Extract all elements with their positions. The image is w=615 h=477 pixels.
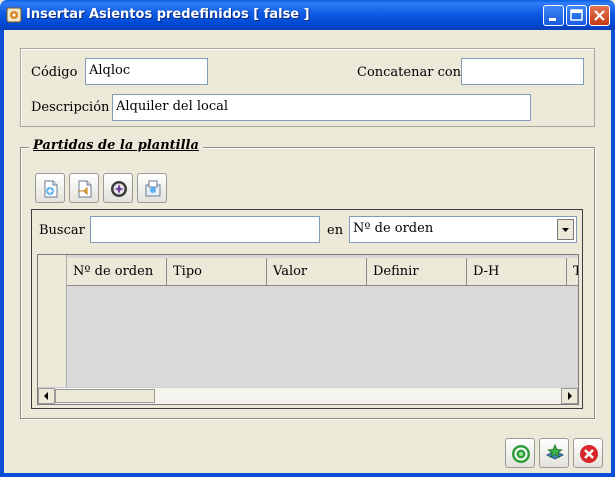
accept-icon [512,445,530,463]
codigo-label: Código [31,65,78,80]
cancel-icon [580,445,598,463]
concatenar-field[interactable] [461,58,584,85]
delete-partida-button[interactable] [103,173,133,203]
en-label: en [327,223,344,238]
buscar-label: Buscar [39,223,85,238]
maximize-button[interactable] [566,5,587,26]
arrow-right-icon [568,392,572,400]
window-title: Insertar Asientos predefinidos [ false ] [26,7,310,22]
title-bar[interactable]: Insertar Asientos predefinidos [ false ] [0,0,615,30]
horizontal-scrollbar[interactable] [38,387,578,404]
main-window: Insertar Asientos predefinidos [ false ]… [0,0,615,477]
scroll-left-button[interactable] [38,388,55,404]
accept-button[interactable] [505,438,535,468]
edit-document-icon [78,180,92,198]
minimize-icon [549,18,556,21]
add-document-icon [44,180,58,198]
column-header-valor[interactable]: Valor [267,258,367,286]
column-header-tipo[interactable]: Tipo [167,258,267,286]
cancel-button[interactable] [573,438,603,468]
edit-partida-button[interactable] [69,173,99,203]
app-icon [6,7,22,23]
chevron-down-icon [562,228,569,232]
insert-button[interactable] [539,438,569,468]
export-icon [145,180,161,197]
column-header-orden[interactable]: Nº de orden [67,258,167,286]
partidas-group: Partidas de la plantilla Buscar en Nº de… [20,138,595,419]
close-icon [594,10,605,21]
window-frame-left [0,30,4,477]
descripcion-label: Descripción [31,100,110,115]
delete-icon [111,181,127,197]
column-header-dh[interactable]: D-H [467,258,567,286]
minimize-button[interactable] [543,5,564,26]
group-title: Partidas de la plantilla [29,138,203,153]
buscar-field-select[interactable]: Nº de orden [349,216,577,243]
close-button[interactable] [589,5,610,26]
arrow-left-icon [44,392,48,400]
insert-icon [545,443,565,460]
add-partida-button[interactable] [35,173,65,203]
window-frame-right [611,30,615,477]
scroll-right-button[interactable] [561,388,578,404]
header-panel: Código Alqloc Concatenar con Descripción… [20,48,595,127]
row-header-column [38,255,67,387]
buscar-input[interactable] [90,216,320,243]
partidas-table[interactable]: Nº de orden Tipo Valor Definir D-H T [37,254,579,405]
window-frame-bottom [0,473,615,477]
column-header-definir[interactable]: Definir [367,258,467,286]
dropdown-arrow-button[interactable] [557,219,574,240]
scrollbar-thumb[interactable] [55,389,155,403]
concatenar-label: Concatenar con [357,65,462,80]
descripcion-field[interactable]: Alquiler del local [112,94,531,121]
codigo-field[interactable]: Alqloc [85,58,208,85]
export-partida-button[interactable] [137,173,167,203]
search-panel: Buscar en Nº de orden Nº de orden Tipo V… [31,209,583,409]
column-header-t[interactable]: T [567,258,578,286]
buscar-field-selected: Nº de orden [353,221,434,236]
maximize-icon [570,9,583,21]
